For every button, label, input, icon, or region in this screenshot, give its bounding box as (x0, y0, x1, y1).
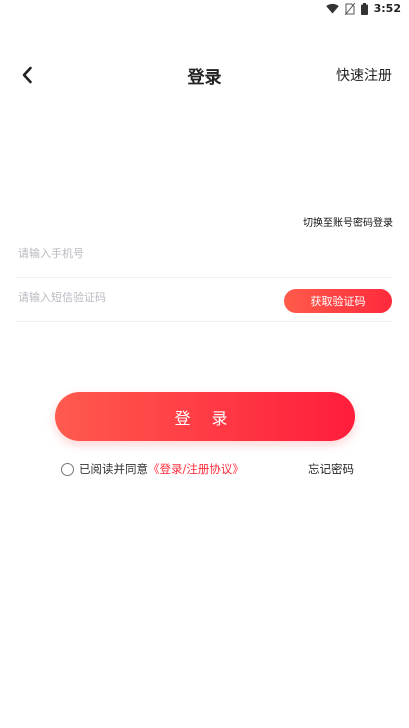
back-button[interactable] (14, 61, 40, 89)
header: 登录 快速注册 (0, 58, 409, 92)
forgot-password-link[interactable]: 忘记密码 (308, 461, 354, 477)
status-time: 3:52 (373, 2, 401, 15)
agreement-radio[interactable] (61, 462, 74, 476)
switch-to-password-login-link[interactable]: 切换至账号密码登录 (303, 214, 393, 229)
agreement-row: 已阅读并同意 《登录/注册协议》 (61, 461, 244, 477)
login-button[interactable]: 登 录 (55, 392, 355, 441)
chevron-left-icon (22, 66, 32, 84)
quick-register-link[interactable]: 快速注册 (336, 65, 392, 85)
battery-icon (360, 2, 368, 15)
phone-input[interactable] (16, 230, 266, 277)
get-code-button[interactable]: 获取验证码 (284, 289, 392, 313)
agreement-link[interactable]: 《登录/注册协议》 (148, 461, 244, 477)
phone-field (16, 230, 392, 278)
no-sim-icon (344, 2, 355, 15)
status-icons: 3:52 (325, 2, 401, 15)
status-bar: 3:52 (0, 0, 409, 18)
sms-code-input[interactable] (16, 274, 266, 321)
sms-code-field: 获取验证码 (16, 274, 392, 322)
wifi-icon (325, 3, 339, 14)
agreement-text: 已阅读并同意 (79, 462, 148, 476)
